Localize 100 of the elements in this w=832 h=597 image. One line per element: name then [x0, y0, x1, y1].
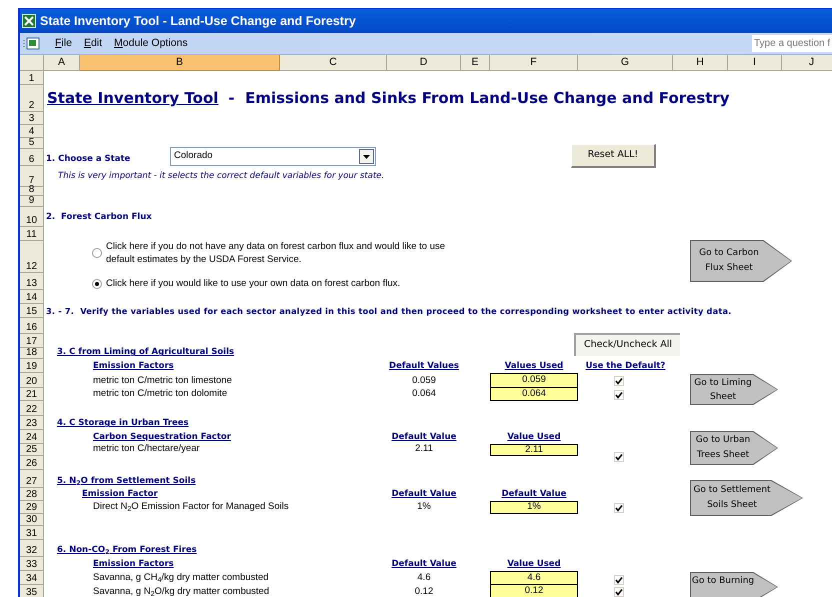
- go-to-sheet-button[interactable]: Go to Liming Sheet: [690, 374, 778, 405]
- row-header[interactable]: 21: [20, 388, 44, 401]
- row-header[interactable]: 8: [20, 187, 44, 196]
- column-heading: Emission Factors: [93, 360, 174, 373]
- menu-item[interactable]: File: [49, 36, 78, 52]
- column-header[interactable]: G: [578, 55, 673, 71]
- column-heading: Default Values: [389, 360, 459, 373]
- column-heading: Default Value: [502, 488, 566, 501]
- row-header[interactable]: 6: [20, 149, 44, 166]
- help-search-field[interactable]: Type a question f: [752, 35, 832, 52]
- column-header[interactable]: C: [280, 55, 387, 71]
- column-heading: Use the Default?: [586, 360, 666, 373]
- use-default-checkbox[interactable]: [614, 587, 624, 597]
- default-value: 2.11: [415, 442, 433, 456]
- row-header[interactable]: 9: [20, 196, 44, 207]
- row-header[interactable]: 34: [20, 571, 44, 585]
- row-header[interactable]: 26: [20, 456, 44, 470]
- row-header[interactable]: 32: [20, 540, 44, 557]
- value-used-cell[interactable]: 2.11: [490, 444, 578, 456]
- column-heading: Value Used: [507, 558, 561, 571]
- factor-label: metric ton C/hectare/year: [93, 442, 200, 456]
- default-value: 0.12: [414, 585, 434, 597]
- row-header[interactable]: 19: [20, 359, 44, 373]
- row-header[interactable]: 15: [20, 304, 44, 318]
- sector-title: 6. Non-CO$_{2}$ From Forest Fires: [57, 544, 197, 557]
- value-used-cell[interactable]: 0.064: [490, 388, 578, 401]
- column-header[interactable]: F: [490, 55, 578, 71]
- row-header[interactable]: 31: [20, 526, 44, 540]
- row-header[interactable]: 13: [20, 273, 44, 290]
- column-header[interactable]: E: [461, 55, 490, 71]
- heading-link[interactable]: State Inventory Tool: [47, 87, 218, 110]
- column-heading: Carbon Sequestration Factor: [93, 431, 231, 444]
- default-value: 4.6: [417, 570, 431, 585]
- row-header[interactable]: 5: [20, 138, 44, 149]
- column-header[interactable]: D: [387, 55, 461, 71]
- go-to-sheet-button[interactable]: Go to Urban Trees Sheet: [690, 431, 778, 465]
- factor-label: Savanna, g N$_{2}$O/kg dry matter combusted: [93, 585, 270, 597]
- go-to-sheet-button[interactable]: Go to Settlement Soils Sheet: [690, 480, 803, 516]
- row-header[interactable]: 20: [20, 373, 44, 388]
- column-header[interactable]: A: [44, 55, 80, 71]
- sector-title: 5. N$_{2}$O from Settlement Soils: [57, 475, 196, 488]
- row-header[interactable]: 33: [20, 557, 44, 571]
- default-value: 0.064: [412, 386, 436, 401]
- column-heading: Emission Factor: [82, 488, 158, 501]
- value-used-cell[interactable]: 1%: [490, 501, 578, 514]
- row-header[interactable]: 1: [20, 71, 44, 85]
- factor-label: Direct N$_{2}$O Emission Factor for Managed Soils: [93, 500, 289, 514]
- row-header[interactable]: 23: [20, 416, 44, 430]
- radio-button[interactable]: [92, 279, 102, 290]
- column-header[interactable]: H: [673, 55, 728, 71]
- row-header[interactable]: 12: [20, 241, 44, 273]
- row-header[interactable]: 2: [20, 85, 44, 112]
- column-heading: Default Value: [392, 488, 456, 501]
- use-default-checkbox[interactable]: [614, 452, 624, 462]
- column-heading: Values Used: [504, 360, 564, 373]
- row-header[interactable]: 11: [20, 227, 44, 241]
- row-header[interactable]: 24: [20, 430, 44, 444]
- go-to-sheet-button[interactable]: Go to Carbon Flux Sheet: [690, 240, 792, 282]
- use-default-checkbox[interactable]: [614, 376, 624, 386]
- workbook-icon[interactable]: [23, 36, 41, 50]
- row-header[interactable]: 14: [20, 290, 44, 304]
- row-header[interactable]: 17: [20, 334, 44, 348]
- row-header[interactable]: 30: [20, 514, 44, 526]
- row-header[interactable]: 29: [20, 501, 44, 514]
- row-header[interactable]: 3: [20, 112, 44, 125]
- use-default-checkbox[interactable]: [614, 503, 624, 513]
- row-header[interactable]: 16: [20, 318, 44, 334]
- column-header[interactable]: I: [728, 55, 782, 71]
- row-header[interactable]: 18: [20, 348, 44, 359]
- reset-button[interactable]: Reset ALL!: [571, 144, 656, 168]
- row-header[interactable]: 25: [20, 444, 44, 456]
- row-header[interactable]: 27: [20, 470, 44, 488]
- radio-button[interactable]: [92, 248, 102, 258]
- column-header[interactable]: B: [80, 55, 280, 71]
- check-all-button[interactable]: Check/Uncheck All: [574, 333, 680, 356]
- default-value: 0.059: [412, 374, 436, 388]
- value-used-cell[interactable]: 0.12: [490, 585, 578, 597]
- row-header[interactable]: 35: [20, 585, 44, 597]
- menu-item[interactable]: Module Options: [108, 36, 194, 52]
- row-header[interactable]: 10: [20, 207, 44, 227]
- value-used-cell[interactable]: 0.059: [490, 373, 578, 388]
- menu-item[interactable]: Edit: [78, 36, 108, 52]
- step-label: 3. - 7. Verify the variables used for each sector analyzed in this tool and then proceed to the corresponding worksheet to enter activity data.: [46, 304, 732, 318]
- radio-label[interactable]: Click here if you would like to use your own data on forest carbon flux.: [106, 277, 400, 292]
- row-header[interactable]: 28: [20, 488, 44, 501]
- row-header[interactable]: 4: [20, 125, 44, 138]
- use-default-checkbox[interactable]: [614, 390, 624, 400]
- state-note: This is very important - it selects the correct default variables for your state.: [58, 170, 384, 183]
- state-dropdown[interactable]: Colorado: [170, 147, 376, 166]
- column-header[interactable]: J: [782, 55, 832, 71]
- radio-label[interactable]: Click here if you do not have any data on forest carbon flux and would like to use default estimates by the USDA Forest Service.: [106, 240, 472, 266]
- use-default-checkbox[interactable]: [614, 575, 624, 585]
- column-heading: Default Value: [392, 431, 456, 444]
- factor-label: metric ton C/metric ton limestone: [93, 374, 232, 388]
- row-header[interactable]: 22: [20, 401, 44, 416]
- go-to-sheet-button[interactable]: Go to Burning: [690, 572, 778, 597]
- value-used-cell[interactable]: 4.6: [490, 571, 578, 585]
- sector-title: 4. C Storage in Urban Trees: [57, 417, 189, 430]
- factor-label: metric ton C/metric ton dolomite: [93, 386, 228, 401]
- column-heading: Emission Factors: [93, 558, 174, 571]
